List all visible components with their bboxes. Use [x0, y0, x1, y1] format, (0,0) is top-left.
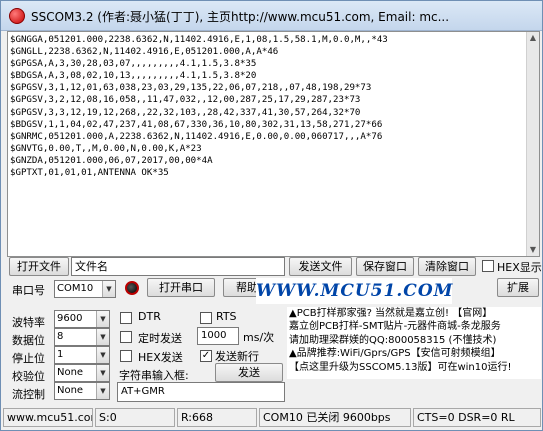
interval-unit-label: ms/次	[243, 331, 275, 344]
save-window-button[interactable]: 保存窗口	[356, 257, 414, 276]
flow-select[interactable]: None ▼	[54, 382, 110, 400]
chevron-down-icon: ▼	[96, 311, 109, 327]
open-port-button[interactable]: 打开串口	[147, 278, 215, 297]
clear-window-button[interactable]: 清除窗口	[418, 257, 476, 276]
input-label: 字符串输入框:	[119, 369, 189, 382]
send-file-button[interactable]: 发送文件	[289, 257, 352, 276]
status-url[interactable]: www.mcu51.cor	[3, 408, 93, 427]
expand-button[interactable]: 扩展	[497, 278, 539, 297]
port-value: COM10	[57, 283, 94, 294]
filename-input[interactable]: 文件名	[71, 257, 285, 276]
chevron-down-icon: ▼	[96, 365, 109, 381]
status-bar: www.mcu51.cor S:0 R:668 COM10 已关闭 9600bp…	[1, 405, 542, 430]
vertical-scrollbar[interactable]: ▲ ▼	[526, 32, 539, 256]
window-title: SSCOM3.2 (作者:聂小猛(丁丁), 主页http://www.mcu51…	[31, 10, 450, 24]
port-status-indicator-icon	[125, 281, 139, 295]
flow-value: None	[57, 385, 84, 396]
ad-line: ▲PCB打样那家强? 当然就是嘉立创! 【官网】	[289, 308, 493, 319]
send-button[interactable]: 发送	[215, 363, 283, 382]
dtr-checkbox[interactable]	[120, 312, 132, 324]
status-received-count: R:668	[177, 408, 257, 427]
chevron-down-icon: ▼	[96, 383, 109, 399]
status-port-state: COM10 已关闭 9600bps	[259, 408, 411, 427]
send-newline-label: 发送新行	[215, 350, 259, 363]
chevron-down-icon: ▼	[102, 281, 115, 297]
stopbits-select[interactable]: 1 ▼	[54, 346, 110, 364]
status-line-signals: CTS=0 DSR=0 RL	[413, 408, 541, 427]
received-text: $GNGGA,051201.000,2238.6362,N,11402.4916…	[10, 35, 388, 179]
open-file-button[interactable]: 打开文件	[9, 257, 69, 276]
rts-label: RTS	[216, 310, 237, 323]
chevron-down-icon: ▼	[96, 329, 109, 345]
baud-select[interactable]: 9600 ▼	[54, 310, 110, 328]
dtr-label: DTR	[138, 310, 161, 323]
app-window: SSCOM3.2 (作者:聂小猛(丁丁), 主页http://www.mcu51…	[0, 0, 543, 431]
stopbits-value: 1	[57, 349, 64, 360]
flow-label: 流控制	[12, 388, 45, 401]
ad-line: ▲品牌推荐:WiFi/Gprs/GPS【安信可射频模组】	[289, 348, 501, 360]
ad-line: 【点这里升级为SSCOM5.13版】可在win10运行!	[289, 361, 512, 373]
timed-send-label: 定时发送	[138, 332, 182, 345]
site-banner[interactable]: WWW.MCU51.COM	[256, 278, 452, 304]
parity-select[interactable]: None ▼	[54, 364, 110, 382]
scroll-up-icon[interactable]: ▲	[527, 32, 539, 44]
app-icon	[9, 8, 25, 24]
ad-line: 请加助理梁群媄的QQ:800058315 (不懂技术)	[289, 334, 497, 346]
interval-input[interactable]: 1000	[197, 327, 239, 345]
port-select[interactable]: COM10 ▼	[54, 280, 116, 298]
hex-send-checkbox[interactable]	[120, 350, 132, 362]
baud-value: 9600	[57, 313, 83, 324]
receive-output-area[interactable]: $GNGGA,051201.000,2238.6362,N,11402.4916…	[7, 31, 540, 257]
chevron-down-icon: ▼	[96, 347, 109, 363]
hex-send-label: HEX发送	[138, 351, 183, 364]
databits-select[interactable]: 8 ▼	[54, 328, 110, 346]
baud-label: 波特率	[12, 316, 45, 329]
ad-panel[interactable]: ▲PCB打样那家强? 当然就是嘉立创! 【官网】 嘉立创PCB打样-SMT贴片-…	[287, 307, 541, 379]
stopbits-label: 停止位	[12, 352, 45, 365]
hex-display-checkbox[interactable]	[482, 260, 494, 272]
databits-value: 8	[57, 331, 64, 342]
rts-checkbox[interactable]	[200, 312, 212, 324]
timed-send-checkbox[interactable]	[120, 331, 132, 343]
send-newline-checkbox[interactable]: ✓	[200, 350, 212, 362]
status-sent-count: S:0	[95, 408, 175, 427]
databits-label: 数据位	[12, 334, 45, 347]
parity-value: None	[57, 367, 84, 378]
title-bar[interactable]: SSCOM3.2 (作者:聂小猛(丁丁), 主页http://www.mcu51…	[1, 1, 542, 31]
parity-label: 校验位	[12, 370, 45, 383]
scroll-down-icon[interactable]: ▼	[527, 244, 539, 256]
send-text-input[interactable]: AT+GMR	[117, 382, 285, 402]
hex-display-label: HEX显示	[497, 261, 542, 274]
port-label: 串口号	[12, 284, 45, 297]
ad-line: 嘉立创PCB打样-SMT贴片-元器件商城-条龙服务	[289, 321, 501, 333]
